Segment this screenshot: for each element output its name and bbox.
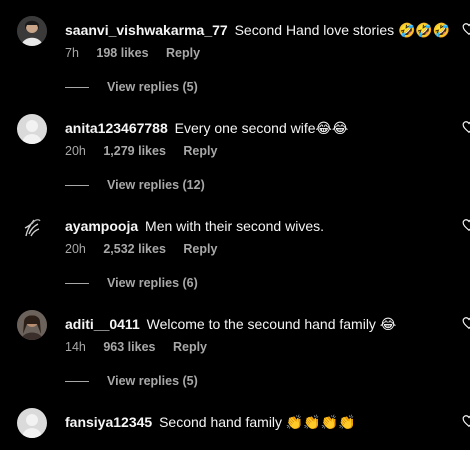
divider <box>65 381 89 383</box>
view-replies-label: View replies (12) <box>107 178 205 192</box>
comment-line: saanvi_vishwakarma_77 Second Hand love s… <box>65 22 450 39</box>
comment-text: Second hand family 👏👏👏👏 <box>159 414 356 430</box>
comment-likes[interactable]: 198 likes <box>96 46 148 60</box>
comment-time: 20h <box>65 144 86 158</box>
comment-meta: 7h 198 likes Reply <box>65 46 214 60</box>
comment-likes[interactable]: 2,532 likes <box>103 242 166 256</box>
reply-button[interactable]: Reply <box>183 144 217 158</box>
comment-username[interactable]: saanvi_vishwakarma_77 <box>65 22 228 38</box>
view-replies-button[interactable]: View replies (5) <box>65 80 198 94</box>
avatar[interactable] <box>17 114 47 144</box>
heart-icon[interactable] <box>462 414 470 428</box>
comment-text: Every one second wife😂😂 <box>174 120 349 136</box>
reply-button[interactable]: Reply <box>183 242 217 256</box>
view-replies-label: View replies (5) <box>107 80 198 94</box>
avatar[interactable] <box>17 212 47 242</box>
comment-time: 7h <box>65 46 79 60</box>
heart-icon[interactable] <box>462 316 470 330</box>
comment-text: Welcome to the secound hand family 😂 <box>146 316 397 332</box>
divider <box>65 283 89 285</box>
reply-button[interactable]: Reply <box>173 340 207 354</box>
divider <box>65 185 89 187</box>
comment-time: 14h <box>65 340 86 354</box>
view-replies-button[interactable]: View replies (6) <box>65 276 198 290</box>
comment-line: aditi__0411 Welcome to the secound hand … <box>65 316 396 333</box>
view-replies-button[interactable]: View replies (12) <box>65 178 205 192</box>
comment-text: Men with their second wives. <box>145 218 324 234</box>
comment-meta: 14h 963 likes Reply <box>65 340 221 354</box>
comment-item: fansiya12345 Second hand family 👏👏👏👏 <box>0 408 470 450</box>
comment-meta: 20h 2,532 likes Reply <box>65 242 231 256</box>
view-replies-button[interactable]: View replies (5) <box>65 374 198 388</box>
comment-username[interactable]: ayampooja <box>65 218 138 234</box>
heart-icon[interactable] <box>462 120 470 134</box>
comment-time: 20h <box>65 242 86 256</box>
comment-item: anita123467788 Every one second wife😂😂 2… <box>0 114 470 212</box>
comment-item: saanvi_vishwakarma_77 Second Hand love s… <box>0 16 470 114</box>
comment-likes[interactable]: 963 likes <box>103 340 155 354</box>
reply-button[interactable]: Reply <box>166 46 200 60</box>
comment-username[interactable]: fansiya12345 <box>65 414 152 430</box>
comment-username[interactable]: anita123467788 <box>65 120 168 136</box>
comment-likes[interactable]: 1,279 likes <box>103 144 166 158</box>
comment-line: fansiya12345 Second hand family 👏👏👏👏 <box>65 414 356 431</box>
comment-item: ayampooja Men with their second wives. 2… <box>0 212 470 310</box>
avatar[interactable] <box>17 16 47 46</box>
comment-line: anita123467788 Every one second wife😂😂 <box>65 120 348 137</box>
avatar[interactable] <box>17 310 47 340</box>
comment-item: aditi__0411 Welcome to the secound hand … <box>0 310 470 408</box>
heart-icon[interactable] <box>462 218 470 232</box>
view-replies-label: View replies (6) <box>107 276 198 290</box>
avatar[interactable] <box>17 408 47 438</box>
comment-text: Second Hand love stories 🤣🤣🤣 <box>234 22 451 38</box>
view-replies-label: View replies (5) <box>107 374 198 388</box>
divider <box>65 87 89 89</box>
comment-line: ayampooja Men with their second wives. <box>65 218 324 234</box>
comment-meta: 20h 1,279 likes Reply <box>65 144 231 158</box>
heart-icon[interactable] <box>462 22 470 36</box>
comment-username[interactable]: aditi__0411 <box>65 316 140 332</box>
